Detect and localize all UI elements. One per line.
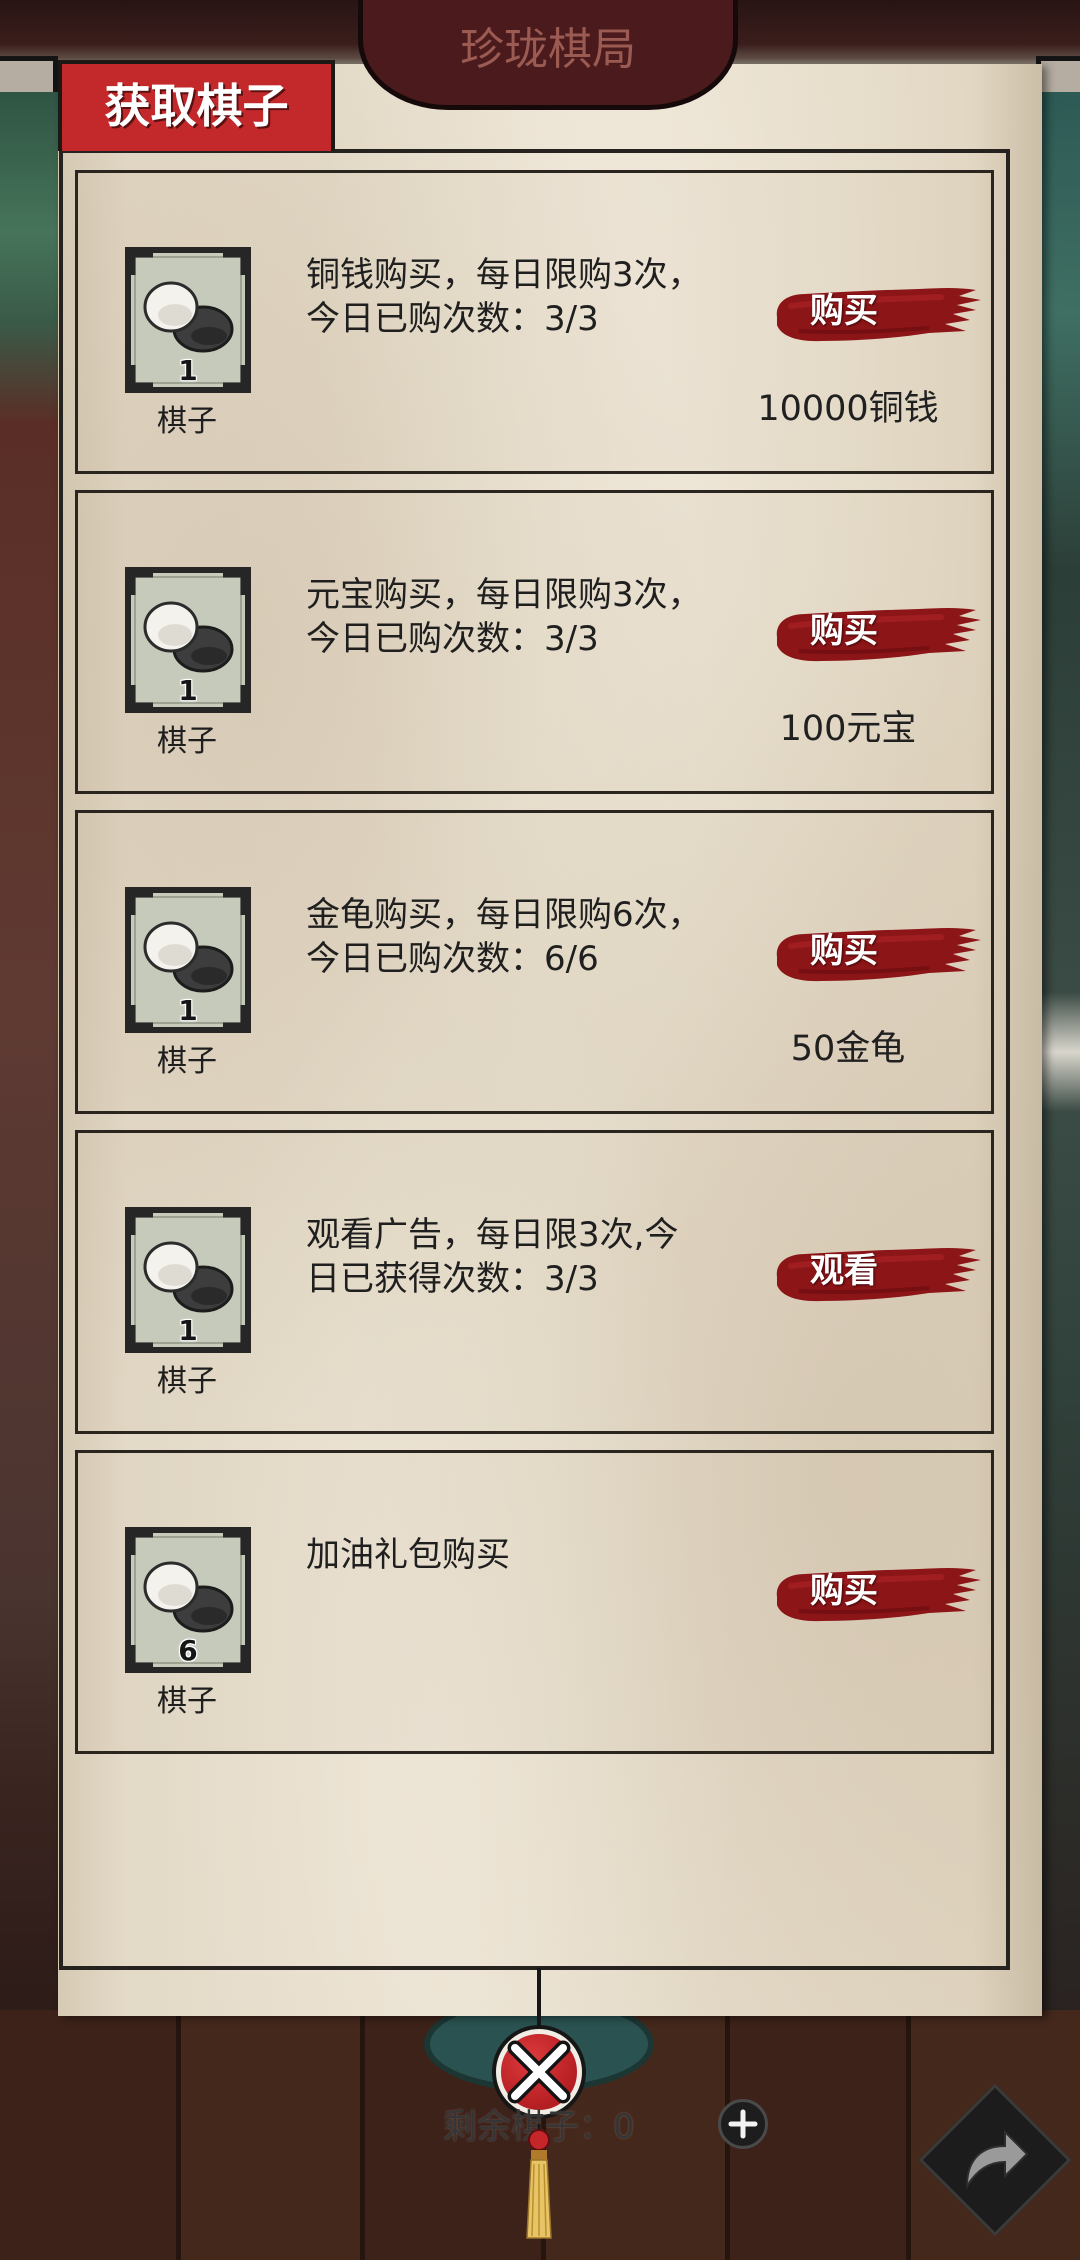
buy-button-label: 购买: [810, 291, 878, 331]
remaining-stones-count: 0: [613, 2107, 635, 2147]
description-line: 元宝购买，每日限购3次，: [306, 575, 702, 615]
title-banner: 珍珑棋局: [358, 0, 738, 110]
buy-button-label: 购买: [810, 931, 878, 971]
description-line: 金龟购买，每日限购6次，: [306, 895, 702, 935]
description-line: 今日已购次数：3/3: [306, 299, 599, 339]
share-button[interactable]: [941, 2106, 1049, 2214]
background-scenery-left: [0, 92, 62, 2022]
item-quantity: 1: [178, 354, 198, 387]
corner-ornament-left: [0, 56, 58, 92]
item-icon-tile: 1: [125, 887, 251, 1033]
item-description: 金龟购买，每日限购6次， 今日已购次数：6/6: [306, 893, 702, 981]
item-description: 元宝购买，每日限购3次， 今日已购次数：3/3: [306, 573, 702, 661]
item-label: 棋子: [157, 724, 217, 759]
item-quantity: 1: [178, 1314, 198, 1347]
close-icon: [507, 2040, 571, 2104]
item-quantity: 1: [178, 674, 198, 707]
description-line: 日已获得次数：3/3: [306, 1259, 599, 1299]
tassel-icon: [526, 2124, 552, 2239]
plus-icon: [728, 2109, 758, 2139]
item-quantity: 1: [178, 994, 198, 1027]
ingot-purchase-card: 1 棋子 元宝购买，每日限购3次， 今日已购次数：3/3 购买 100元宝: [75, 490, 994, 794]
buy-button[interactable]: 购买: [769, 601, 983, 669]
item-label: 棋子: [157, 1044, 217, 1079]
share-arrow-icon: [965, 2129, 1029, 2190]
gift-pack-card: 6 棋子 加油礼包购买 购买: [75, 1450, 994, 1754]
item-description: 铜钱购买，每日限购3次， 今日已购次数：3/3: [306, 253, 702, 341]
item-icon-tile: 1: [125, 567, 251, 713]
page-title: 珍珑棋局: [460, 24, 636, 75]
item-label: 棋子: [157, 404, 217, 439]
watch-ad-card: 1 棋子 观看广告，每日限3次,今 日已获得次数：3/3 观看: [75, 1130, 994, 1434]
description-line: 今日已购次数：3/3: [306, 619, 599, 659]
item-quantity: 6: [178, 1634, 198, 1667]
buy-button[interactable]: 购买: [769, 281, 983, 349]
corner-ornament-right: [1036, 56, 1080, 92]
watch-ad-button[interactable]: 观看: [769, 1241, 983, 1309]
buy-button[interactable]: 购买: [769, 921, 983, 989]
item-icon-tile: 1: [125, 1207, 251, 1353]
buy-button[interactable]: 购买: [769, 1561, 983, 1629]
item-price: 10000铜钱: [757, 389, 939, 429]
close-button[interactable]: [496, 2029, 582, 2115]
panel-tab: 获取棋子: [58, 60, 335, 151]
description-line: 铜钱购买，每日限购3次，: [306, 255, 702, 295]
description-line: 今日已购次数：6/6: [306, 939, 599, 979]
item-label: 棋子: [157, 1364, 217, 1399]
item-label: 棋子: [157, 1684, 217, 1719]
description-line: 加油礼包购买: [306, 1535, 510, 1575]
hanging-string: [537, 1968, 541, 2032]
item-description: 观看广告，每日限3次,今 日已获得次数：3/3: [306, 1213, 678, 1301]
item-icon-tile: 1: [125, 247, 251, 393]
copper-purchase-card: 1 棋子 铜钱购买，每日限购3次， 今日已购次数：3/3 购买 10000铜钱: [75, 170, 994, 474]
buy-button-label: 购买: [810, 1571, 878, 1611]
add-stones-button[interactable]: [718, 2099, 768, 2149]
panel-tab-label: 获取棋子: [104, 79, 289, 133]
item-price: 100元宝: [779, 709, 917, 749]
description-line: 观看广告，每日限3次,今: [306, 1215, 679, 1255]
item-price: 50金龟: [790, 1029, 906, 1069]
watch-ad-button-label: 观看: [810, 1251, 878, 1291]
gold-turtle-purchase-card: 1 棋子 金龟购买，每日限购6次， 今日已购次数：6/6 购买 50金龟: [75, 810, 994, 1114]
item-description: 加油礼包购买: [306, 1533, 510, 1577]
buy-button-label: 购买: [810, 611, 878, 651]
item-icon-tile: 6: [125, 1527, 251, 1673]
